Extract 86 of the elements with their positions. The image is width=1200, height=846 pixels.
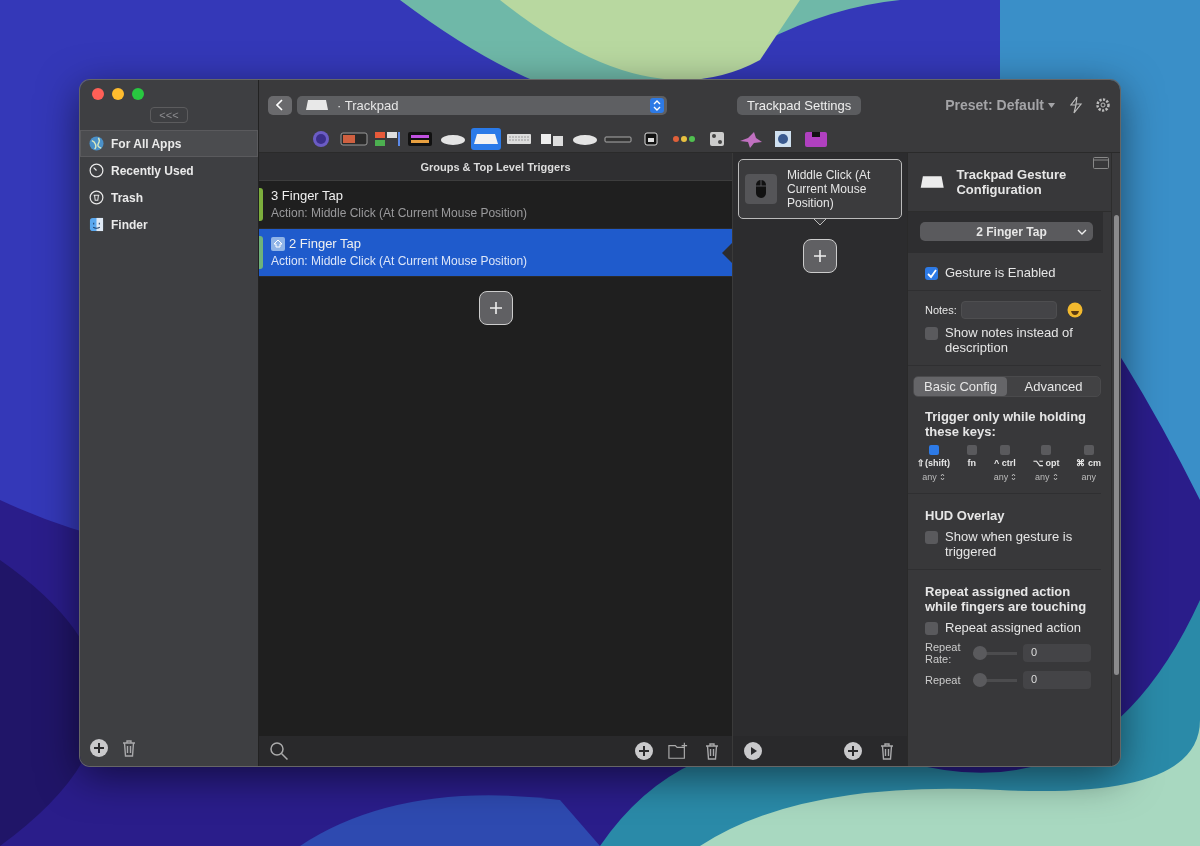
key-label: ⌥ opt [1033,458,1060,468]
window-icon[interactable] [1093,157,1109,169]
checkbox[interactable] [999,445,1010,455]
trackpad-icon [920,173,945,191]
notes-label: Notes: [925,304,957,316]
checkbox[interactable] [925,267,938,280]
callout-arrow [813,218,827,225]
sidebar-item[interactable]: Trash [80,184,258,211]
checkbox-label: Show when gesture is triggered [945,529,1074,559]
stepper-icon[interactable] [1011,473,1017,481]
checkbox[interactable] [928,445,939,455]
key-label: ^ ctrl [994,458,1016,468]
plus-icon [812,248,828,264]
new-folder-icon[interactable] [668,741,688,761]
key-mode[interactable]: any [993,472,1009,482]
chevron-down-icon [1076,227,1087,236]
section-heading: Trigger only while holding these keys: [925,409,1088,439]
gesture-select[interactable]: 2 Finger Tap [920,222,1093,241]
key-mode[interactable]: any [1035,472,1050,482]
slider-label: Repeat [925,674,962,686]
action-card[interactable]: Middle Click (At Current Mouse Position) [738,159,902,219]
add-action-button[interactable] [803,239,837,273]
plus-icon [487,300,504,316]
sidebar-item[interactable]: For All Apps [80,130,258,157]
trigger-action: Action: Middle Click (At Current Mouse Position) [271,206,529,220]
config-tab[interactable]: Basic Config [914,377,1007,396]
emoji-icon[interactable] [1066,302,1083,318]
trash-icon [89,190,104,205]
mouse-icon [745,174,777,204]
settings-button[interactable]: Trackpad Settings [737,95,862,115]
key-label: fn [967,458,977,468]
play-icon[interactable] [743,741,763,761]
key-mode[interactable]: any [922,472,937,482]
checkbox-label: Show notes instead of description [945,325,1074,355]
column-header: Groups & Top Level Triggers [259,153,732,181]
close-button[interactable] [92,88,104,100]
checkbox[interactable] [925,531,938,544]
trackpad-icon [305,99,329,111]
collapse-button[interactable]: <<< [150,107,188,123]
trigger-action: Action: Middle Click (At Current Mouse Position) [271,254,529,268]
checkbox[interactable] [925,622,938,635]
sidebar-item[interactable]: Finder [80,211,258,238]
lightning-icon[interactable] [1068,96,1084,114]
timer-icon [89,163,104,178]
action-label: Middle Click (At Current Mouse Position) [787,168,872,210]
add-trigger-button[interactable] [478,291,513,325]
slider-thumb[interactable] [973,646,987,660]
add-icon[interactable] [634,741,654,761]
section-heading: Repeat assigned action while fingers are touching [925,584,1088,614]
trigger-title: 2 Finger Tap [289,236,362,251]
device-select[interactable]: · Trackpad [297,95,667,115]
key-mode[interactable]: any [1081,472,1096,482]
trigger-row[interactable]: 2 Finger Tap Action: Middle Click (At Current Mouse Position) [259,229,732,277]
checkbox[interactable] [925,327,938,340]
trigger-title: 3 Finger Tap [271,188,344,203]
caret-icon [1048,102,1055,108]
add-icon[interactable] [843,741,863,761]
search-icon[interactable] [269,741,289,761]
checkbox[interactable] [1083,445,1094,455]
slider-label: Repeat Rate: [925,641,962,665]
checkbox-label: Gesture is Enabled [945,265,1056,280]
chevron-left-icon [276,99,284,111]
globe-icon [89,136,104,151]
config-title: Trackpad Gesture Configuration [956,167,1068,197]
checkbox[interactable] [966,445,977,455]
preset-menu[interactable]: Preset: Default [945,97,1055,113]
zoom-button[interactable] [132,88,144,100]
back-button[interactable] [268,95,292,115]
sidebar-item[interactable]: Recently Used [80,157,258,184]
settings-icon[interactable] [1095,96,1111,114]
stepper-icon [650,97,664,113]
section-heading: HUD Overlay [925,508,1006,523]
key-label: ⌘ cm [1076,458,1101,468]
stepper-icon[interactable] [939,473,945,481]
checkbox-label: Repeat assigned action [945,620,1081,635]
slider-thumb[interactable] [973,673,987,687]
scrollbar[interactable] [1113,215,1119,675]
minimize-button[interactable] [112,88,124,100]
key-label: ⇧(shift) [917,458,950,468]
add-icon[interactable] [89,738,109,758]
value-field[interactable]: 0 [1023,671,1091,689]
finder-icon [89,217,104,232]
stepper-icon[interactable] [1052,473,1058,481]
checkbox[interactable] [1041,445,1052,455]
config-tab[interactable]: Advanced [1007,377,1100,396]
value-field[interactable]: 0 [1023,644,1091,662]
